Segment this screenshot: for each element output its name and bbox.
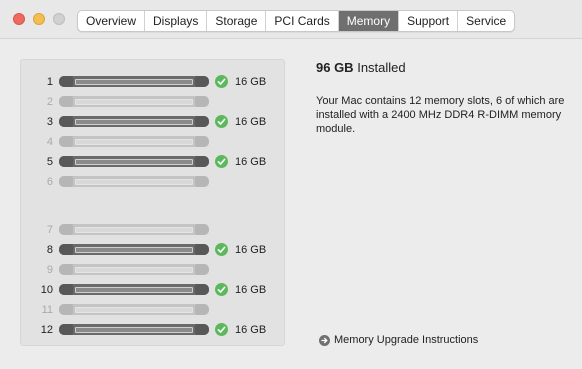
memory-slot-8: 8 16 GB (21, 242, 286, 258)
memory-slot-11: 11 (21, 302, 286, 318)
checkmark-icon (215, 115, 228, 128)
memory-description: Your Mac contains 12 memory slots, 6 of … (316, 95, 565, 135)
slot-size: 16 GB (235, 244, 267, 256)
empty-slot-icon (59, 224, 209, 235)
empty-slot-icon (59, 136, 209, 147)
memory-slot-5: 5 16 GB (21, 154, 286, 170)
slot-number: 4 (46, 136, 53, 148)
empty-slot-icon (59, 96, 209, 107)
memory-total-value: 96 GB (316, 60, 354, 75)
slot-number: 10 (40, 284, 53, 296)
title-bar: Overview Displays Storage PCI Cards Memo… (0, 0, 582, 39)
checkmark-icon (215, 283, 228, 296)
memory-slot-12: 12 16 GB (21, 322, 286, 338)
slot-size: 16 GB (235, 76, 267, 88)
memory-total-heading: 96 GB Installed (316, 60, 406, 76)
tab-overview[interactable]: Overview (78, 11, 146, 31)
slot-size: 16 GB (235, 116, 267, 128)
dimm-module-icon (59, 116, 209, 127)
memory-installed-label: Installed (357, 60, 406, 75)
memory-slot-2: 2 (21, 94, 286, 110)
memory-slot-4: 4 (21, 134, 286, 150)
slot-number: 7 (46, 224, 53, 236)
slot-number: 3 (46, 116, 53, 128)
slot-size: 16 GB (235, 156, 267, 168)
slot-number: 11 (41, 304, 53, 316)
checkmark-icon (215, 75, 228, 88)
memory-upgrade-instructions-label: Memory Upgrade Instructions (334, 334, 479, 346)
memory-slot-6: 6 (21, 174, 286, 190)
tab-displays[interactable]: Displays (145, 11, 208, 31)
tab-memory[interactable]: Memory (338, 11, 400, 31)
slot-number: 1 (46, 76, 53, 88)
checkmark-icon (215, 155, 228, 168)
slot-number: 6 (46, 176, 53, 188)
dimm-module-icon (59, 76, 209, 87)
dimm-module-icon (59, 324, 209, 335)
memory-slot-10: 10 16 GB (21, 282, 286, 298)
arrow-circle-icon (319, 334, 330, 346)
memory-slot-3: 3 16 GB (21, 114, 286, 130)
about-this-mac-window: Overview Displays Storage PCI Cards Memo… (0, 0, 582, 369)
zoom-button[interactable] (53, 13, 65, 25)
tab-pci-cards[interactable]: PCI Cards (266, 11, 339, 31)
dimm-module-icon (59, 284, 209, 295)
slot-size: 16 GB (235, 324, 267, 336)
memory-slot-7: 7 (21, 222, 286, 238)
slot-number: 2 (46, 96, 53, 108)
empty-slot-icon (59, 264, 209, 275)
slot-size: 16 GB (235, 284, 267, 296)
dimm-module-icon (59, 156, 209, 167)
memory-upgrade-instructions-link[interactable]: Memory Upgrade Instructions (319, 333, 478, 347)
memory-slot-9: 9 (21, 262, 286, 278)
dimm-module-icon (59, 244, 209, 255)
memory-slots-panel: 1 16 GB 2 3 16 GB 4 5 16 GB 6 7 8 16 GB 9 10 16 GB 11 12… (20, 59, 285, 346)
tab-service[interactable]: Service (458, 11, 514, 31)
tab-storage[interactable]: Storage (207, 11, 267, 31)
tab-support[interactable]: Support (399, 11, 459, 31)
slot-number: 9 (46, 264, 53, 276)
tab-bar: Overview Displays Storage PCI Cards Memo… (77, 10, 516, 32)
empty-slot-icon (59, 304, 209, 315)
minimize-button[interactable] (33, 13, 45, 25)
slot-number: 5 (46, 156, 53, 168)
slot-number: 12 (40, 324, 53, 336)
checkmark-icon (215, 323, 228, 336)
checkmark-icon (215, 243, 228, 256)
slot-number: 8 (46, 244, 53, 256)
memory-slot-1: 1 16 GB (21, 74, 286, 90)
empty-slot-icon (59, 176, 209, 187)
close-button[interactable] (13, 13, 25, 25)
